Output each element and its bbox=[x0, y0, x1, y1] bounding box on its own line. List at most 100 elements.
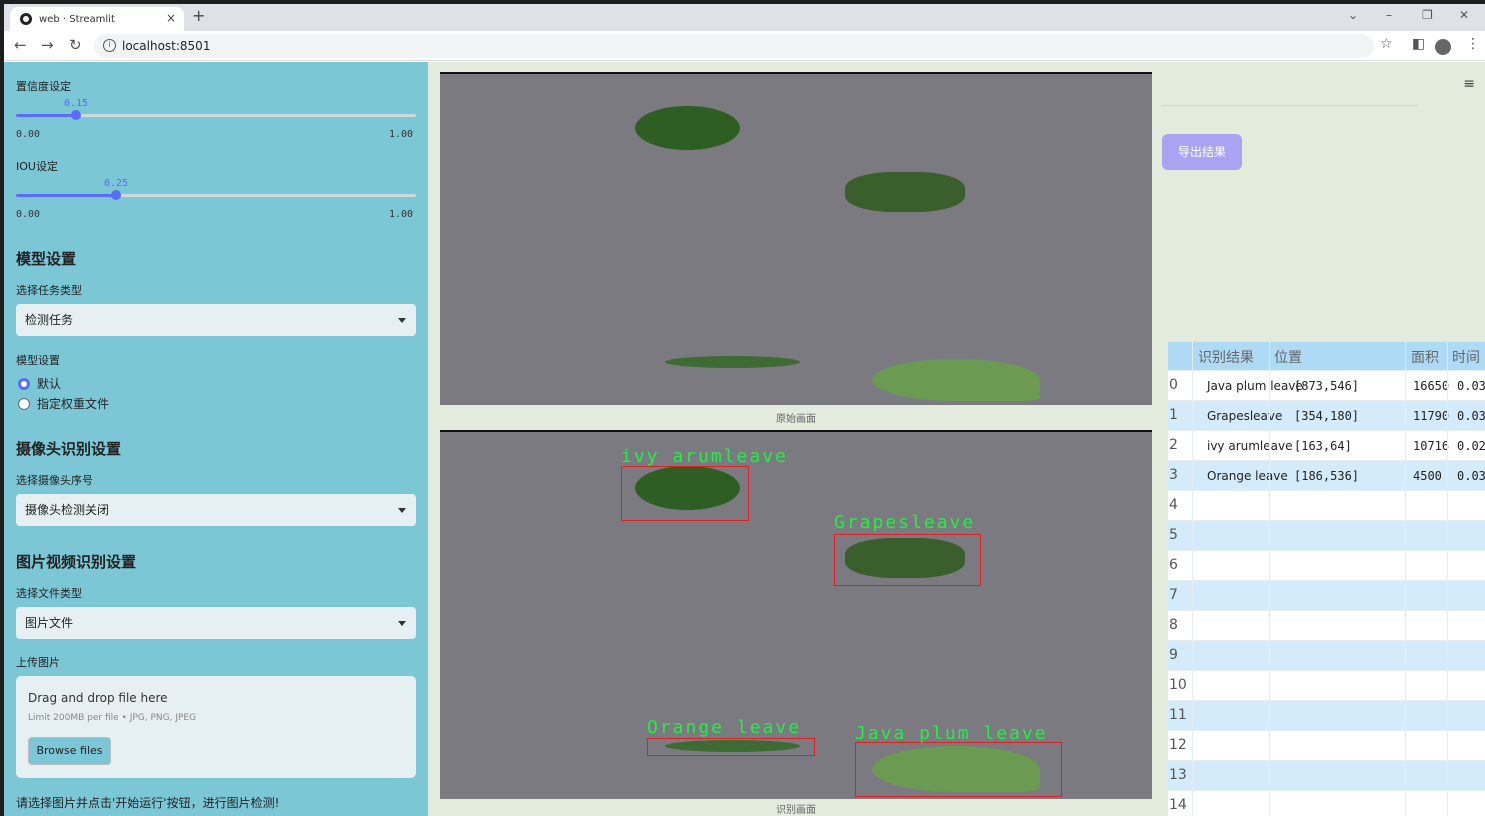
table-row[interactable]: 12 bbox=[1168, 730, 1485, 760]
confidence-max: 1.00 bbox=[389, 129, 414, 140]
radio-custom-weights[interactable]: 指定权重文件 bbox=[18, 395, 109, 412]
reload-icon[interactable]: ↻ bbox=[69, 36, 82, 54]
cell-area: 16650 bbox=[1413, 379, 1450, 393]
radio-selected-icon bbox=[18, 377, 30, 390]
row-index: 13 bbox=[1169, 767, 1187, 783]
confidence-slider-thumb[interactable] bbox=[71, 110, 81, 120]
cell-result: Orange leave bbox=[1207, 469, 1288, 483]
hamburger-menu-icon[interactable]: ≡ bbox=[1463, 76, 1475, 92]
detection-box-java-plum bbox=[855, 742, 1062, 797]
table-row[interactable]: 4 bbox=[1168, 490, 1485, 520]
iou-max: 1.00 bbox=[389, 209, 414, 220]
table-row[interactable]: 9 bbox=[1168, 640, 1485, 670]
table-row[interactable]: 3 Orange leave [186,536] 4500 0.03 bbox=[1168, 460, 1485, 490]
tab-streamlit[interactable]: web · Streamlit × bbox=[10, 7, 184, 31]
row-index: 5 bbox=[1169, 527, 1178, 543]
table-row[interactable]: 5 bbox=[1168, 520, 1485, 550]
table-row[interactable]: 7 bbox=[1168, 580, 1485, 610]
row-index: 9 bbox=[1169, 647, 1178, 663]
table-row[interactable]: 11 bbox=[1168, 700, 1485, 730]
tab-title: web · Streamlit bbox=[39, 13, 115, 25]
table-row[interactable]: 14 bbox=[1168, 790, 1485, 816]
iou-slider-thumb[interactable] bbox=[111, 190, 121, 200]
export-results-button[interactable]: 导出结果 bbox=[1162, 134, 1242, 170]
row-index: 14 bbox=[1169, 797, 1187, 813]
dropzone-limit: Limit 200MB per file • JPG, PNG, JPEG bbox=[28, 713, 197, 723]
bookmark-star-icon[interactable]: ☆ bbox=[1380, 36, 1393, 52]
radio-default-label: 默认 bbox=[37, 377, 62, 391]
confidence-slider[interactable] bbox=[16, 110, 416, 120]
confidence-label: 置信度设定 bbox=[16, 80, 71, 93]
table-row[interactable]: 10 bbox=[1168, 670, 1485, 700]
streamlit-favicon-icon bbox=[20, 13, 32, 25]
row-index: 1 bbox=[1169, 407, 1178, 423]
cell-area: 11790 bbox=[1413, 409, 1450, 423]
table-row[interactable]: 2 ivy arumleave [163,64] 10716 0.02 bbox=[1168, 430, 1485, 460]
header-time: 时间 bbox=[1452, 350, 1480, 366]
side-panel-icon[interactable]: ◧ bbox=[1412, 36, 1425, 52]
camera-heading: 摄像头识别设置 bbox=[16, 440, 122, 458]
confidence-slider-fill bbox=[16, 114, 76, 117]
results-table[interactable]: 识别结果 位置 面积 时间 0 Java plum leave [873,546] 1… bbox=[1168, 342, 1485, 816]
table-row[interactable]: 1 Grapesleave [354,180] 11790 0.03 bbox=[1168, 400, 1485, 430]
model-setting-label: 模型设置 bbox=[16, 354, 60, 367]
browse-files-button[interactable]: Browse files bbox=[28, 737, 111, 765]
forward-icon[interactable]: → bbox=[41, 36, 54, 54]
task-type-select[interactable]: 检测任务 bbox=[16, 304, 416, 336]
cell-result: Grapesleave bbox=[1207, 409, 1283, 423]
cell-time: 0.02 bbox=[1457, 439, 1485, 453]
upload-label: 上传图片 bbox=[16, 656, 60, 669]
iou-min: 0.00 bbox=[16, 209, 41, 220]
iou-slider[interactable] bbox=[16, 190, 416, 200]
cell-area: 10716 bbox=[1413, 439, 1450, 453]
new-tab-icon[interactable]: + bbox=[192, 6, 205, 25]
tab-close-icon[interactable]: × bbox=[166, 11, 176, 25]
table-row[interactable]: 6 bbox=[1168, 550, 1485, 580]
leaf-orange bbox=[665, 356, 800, 368]
task-type-value: 检测任务 bbox=[25, 313, 74, 327]
url-field[interactable]: i localhost:8501 bbox=[94, 34, 1374, 58]
column-divider bbox=[1192, 342, 1193, 816]
header-area: 面积 bbox=[1411, 350, 1439, 366]
back-icon[interactable]: ← bbox=[14, 36, 27, 54]
confidence-value: 0.15 bbox=[64, 98, 89, 109]
detection-box-grape bbox=[834, 534, 981, 586]
camera-select[interactable]: 摄像头检测关闭 bbox=[16, 494, 416, 526]
row-index: 6 bbox=[1169, 557, 1178, 573]
cell-position: [354,180] bbox=[1294, 409, 1360, 423]
original-image bbox=[440, 72, 1152, 405]
profile-avatar-icon[interactable] bbox=[1435, 39, 1451, 55]
row-index: 4 bbox=[1169, 497, 1178, 513]
original-caption: 原始画面 bbox=[776, 414, 816, 425]
close-window-icon[interactable]: ✕ bbox=[1459, 8, 1469, 22]
file-type-select[interactable]: 图片文件 bbox=[16, 607, 416, 639]
header-position: 位置 bbox=[1274, 350, 1302, 366]
iou-slider-fill bbox=[16, 194, 116, 197]
table-row[interactable]: 0 Java plum leave [873,546] 16650 0.03 bbox=[1168, 370, 1485, 400]
leaf-java-plum bbox=[872, 359, 1040, 401]
radio-custom-weights-label: 指定权重文件 bbox=[37, 397, 110, 411]
cell-time: 0.03 bbox=[1457, 469, 1485, 483]
camera-select-value: 摄像头检测关闭 bbox=[25, 503, 110, 517]
column-divider bbox=[1269, 342, 1270, 816]
table-row[interactable]: 8 bbox=[1168, 610, 1485, 640]
kebab-menu-icon[interactable]: ⋮ bbox=[1466, 36, 1480, 52]
table-row[interactable]: 13 bbox=[1168, 760, 1485, 790]
restore-icon[interactable]: ❐ bbox=[1422, 8, 1433, 22]
row-index: 12 bbox=[1169, 737, 1187, 753]
tab-bar: web · Streamlit × + ⌄ – ❐ ✕ bbox=[4, 4, 1485, 31]
confidence-min: 0.00 bbox=[16, 129, 41, 140]
chevron-down-icon bbox=[398, 318, 406, 323]
cell-position: [873,546] bbox=[1294, 379, 1360, 393]
leaf-grape bbox=[845, 172, 965, 212]
main-area: 原始画面 ivy arumleave Grapesleave Orange le… bbox=[428, 62, 1485, 816]
minimize-icon[interactable]: – bbox=[1386, 8, 1392, 22]
file-dropzone[interactable]: Drag and drop file here Limit 200MB per … bbox=[16, 676, 416, 778]
task-type-label: 选择任务类型 bbox=[16, 284, 82, 297]
site-info-icon[interactable]: i bbox=[103, 39, 116, 52]
row-index: 8 bbox=[1169, 617, 1178, 633]
tab-search-icon[interactable]: ⌄ bbox=[1348, 8, 1358, 22]
column-divider bbox=[1405, 342, 1406, 816]
model-heading: 模型设置 bbox=[16, 250, 77, 268]
radio-default[interactable]: 默认 bbox=[18, 375, 61, 392]
